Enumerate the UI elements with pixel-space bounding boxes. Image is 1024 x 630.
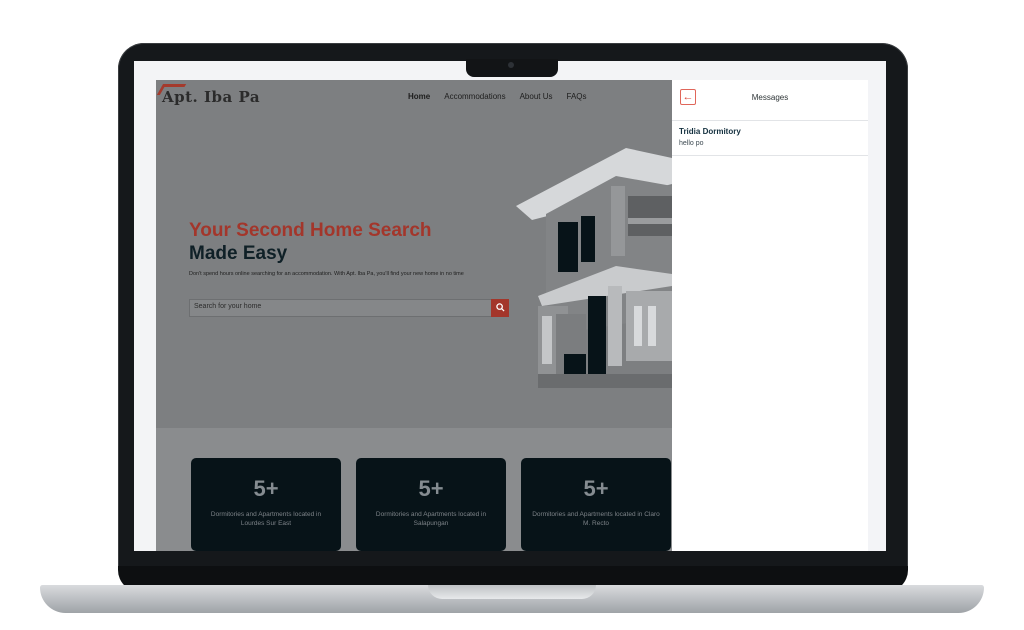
hero-subtitle: Don't spend hours online searching for a… [189, 271, 464, 277]
messages-header: ← Messages [672, 80, 868, 121]
stats-cards: 5+ Dormitories and Apartments located in… [191, 458, 671, 551]
messages-panel: ← Messages Tridia Dormitory hello po [672, 80, 868, 551]
stat-count: 5+ [583, 476, 609, 501]
thread-name: Tridia Dormitory [679, 127, 741, 136]
laptop-screen: Apt. Iba Pa Home Accommodations About Us… [134, 61, 886, 551]
stat-label: Dormitories and Apartments located in Cl… [532, 511, 660, 527]
stat-card: 5+ Dormitories and Apartments located in… [191, 458, 341, 551]
hero-headline-1: Your Second Home Search [189, 220, 432, 241]
site-logo[interactable]: Apt. Iba Pa [162, 88, 260, 106]
nav-faqs[interactable]: FAQs [567, 92, 587, 101]
camera-notch [466, 59, 558, 77]
stat-count: 5+ [253, 476, 279, 501]
panel-scroll-area [868, 80, 886, 551]
stat-count: 5+ [418, 476, 444, 501]
thread-preview: hello po [679, 140, 704, 147]
stat-card: 5+ Dormitories and Apartments located in… [521, 458, 671, 551]
nav-accommodations[interactable]: Accommodations [444, 92, 505, 101]
stat-card: 5+ Dormitories and Apartments located in… [356, 458, 506, 551]
nav-about-us[interactable]: About Us [520, 92, 553, 101]
search-input[interactable]: Search for your home [194, 303, 261, 310]
website: Apt. Iba Pa Home Accommodations About Us… [156, 80, 672, 551]
messages-title: Messages [751, 93, 789, 102]
message-thread[interactable]: Tridia Dormitory hello po [672, 121, 868, 156]
laptop-base-notch [428, 585, 596, 599]
search-button[interactable] [491, 299, 509, 317]
search-bar[interactable]: Search for your home [189, 299, 509, 317]
hero-headline-2: Made Easy [189, 243, 288, 264]
stat-label: Dormitories and Apartments located in Lo… [210, 511, 322, 527]
search-icon [495, 303, 505, 312]
camera-icon [508, 62, 514, 68]
stat-label: Dormitories and Apartments located in Sa… [375, 511, 487, 527]
nav-links: Home Accommodations About Us FAQs [408, 92, 587, 101]
nav-home[interactable]: Home [408, 92, 430, 101]
site-navbar: Apt. Iba Pa Home Accommodations About Us… [156, 80, 672, 116]
house-illustration [516, 148, 672, 388]
